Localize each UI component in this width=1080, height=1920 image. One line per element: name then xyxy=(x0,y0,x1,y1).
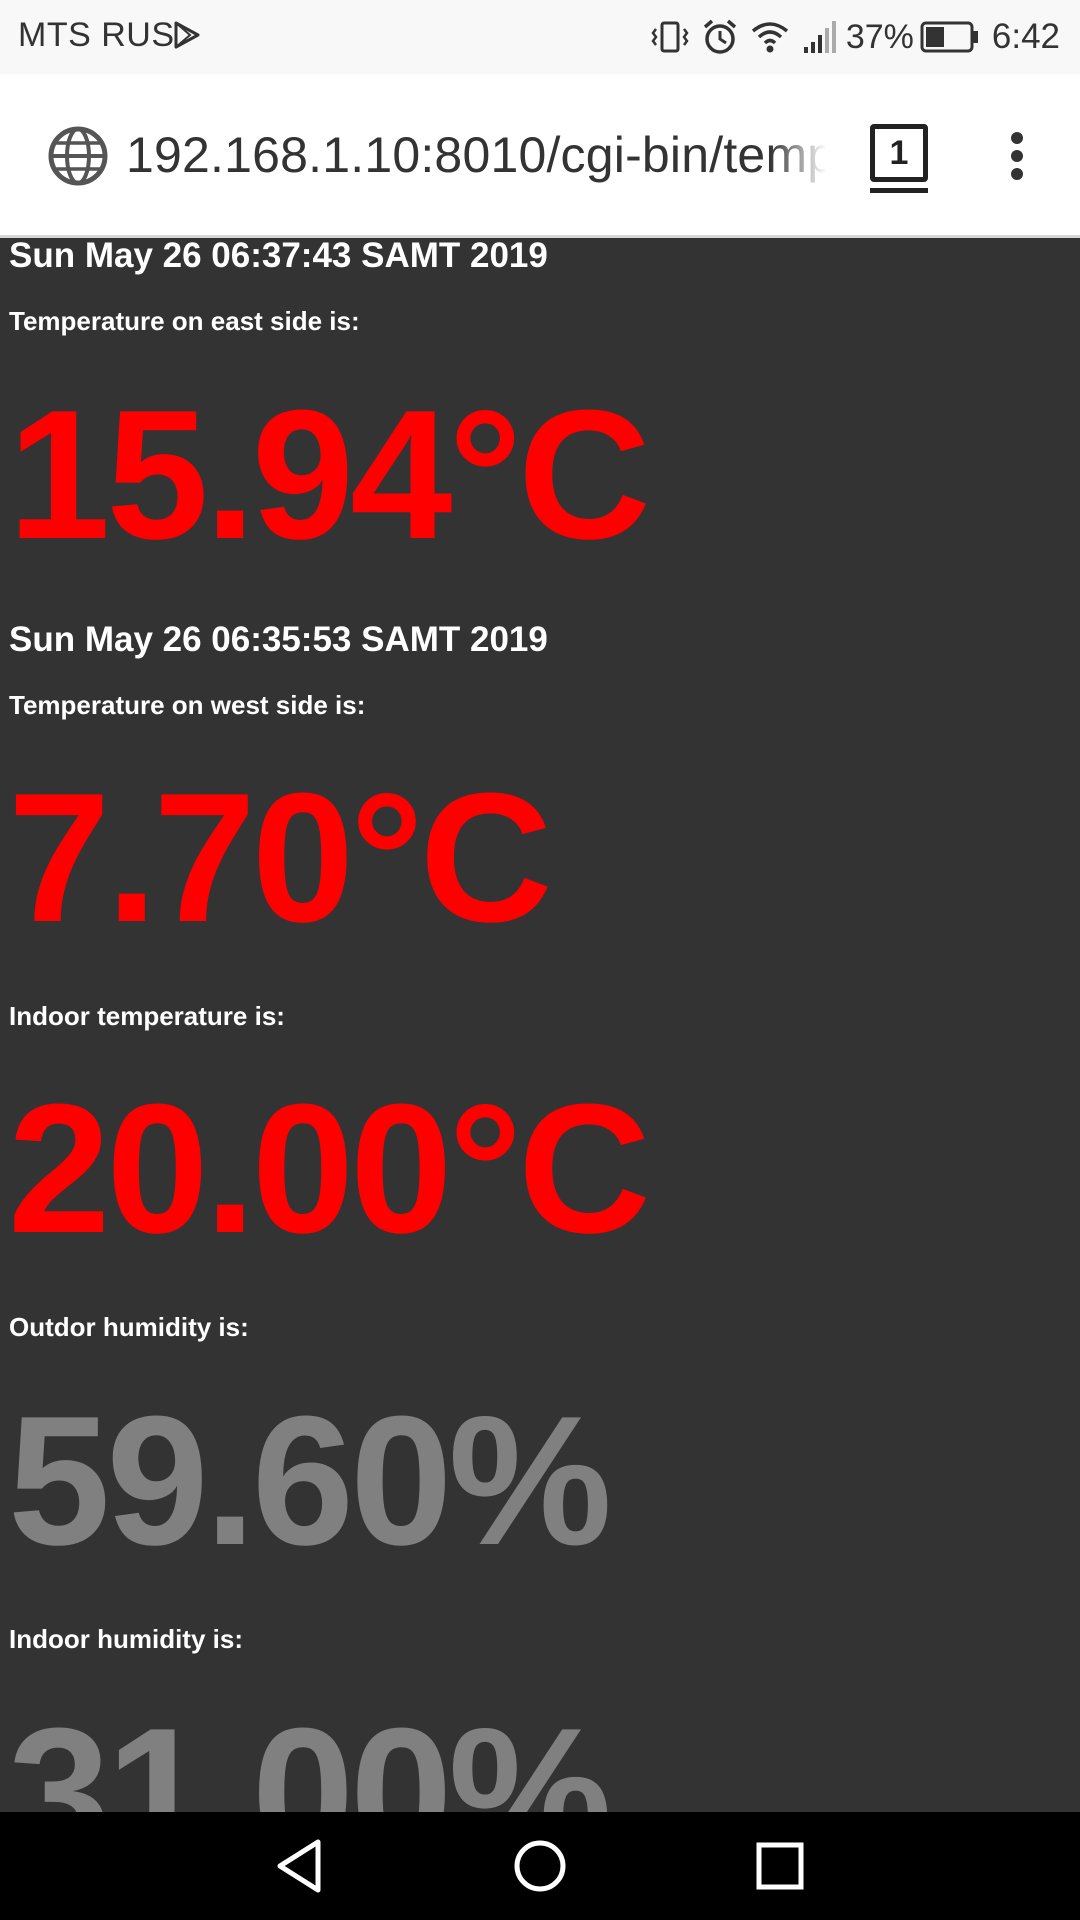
signal-icon xyxy=(803,21,836,53)
url-fade-overlay xyxy=(770,122,836,190)
tab-switcher-button[interactable]: 1 xyxy=(870,124,928,182)
phone-screen: MTS RUS 37% 6:42 192.168.1.10:8010/cgi-b… xyxy=(0,0,1080,1920)
tab-switcher-underline xyxy=(870,188,928,193)
back-icon[interactable] xyxy=(270,1836,330,1896)
address-bar-url[interactable]: 192.168.1.10:8010/cgi-bin/temperature xyxy=(126,126,836,186)
home-icon[interactable] xyxy=(510,1836,570,1896)
globe-icon[interactable] xyxy=(46,124,110,188)
play-store-icon xyxy=(174,21,200,49)
outdoor-humidity-value: 59.60% xyxy=(8,1377,612,1583)
page-content: Sun May 26 06:37:43 SAMT 2019 Temperatur… xyxy=(0,240,1080,1812)
indoor-temperature-value: 20.00°C xyxy=(8,1065,651,1271)
carrier-name: MTS RUS xyxy=(18,16,175,54)
indoor-temperature-label: Indoor temperature is: xyxy=(9,1001,285,1031)
battery-icon xyxy=(920,21,978,53)
indoor-humidity-label: Indoor humidity is: xyxy=(9,1624,243,1654)
west-temperature-value: 7.70°C xyxy=(8,754,553,960)
east-timestamp: Sun May 26 06:37:43 SAMT 2019 xyxy=(9,240,548,275)
east-temperature-label: Temperature on east side is: xyxy=(9,306,360,336)
west-temperature-label: Temperature on west side is: xyxy=(9,690,366,720)
status-bar: MTS RUS 37% 6:42 xyxy=(0,0,1080,74)
outdoor-humidity-label: Outdor humidity is: xyxy=(9,1312,249,1342)
vibrate-icon xyxy=(651,21,689,53)
navigation-bar xyxy=(0,1812,1080,1920)
wifi-icon xyxy=(751,22,788,53)
status-icons: 37% 6:42 xyxy=(640,12,1060,62)
recents-icon[interactable] xyxy=(750,1836,810,1896)
alarm-icon xyxy=(703,19,736,54)
browser-toolbar: 192.168.1.10:8010/cgi-bin/temperature 1 xyxy=(0,74,1080,238)
indoor-humidity-value: 31.00% xyxy=(8,1689,612,1812)
east-temperature-value: 15.94°C xyxy=(8,371,651,577)
status-clock: 6:42 xyxy=(991,17,1060,56)
battery-percent: 37% xyxy=(845,17,914,56)
west-timestamp: Sun May 26 06:35:53 SAMT 2019 xyxy=(9,620,548,659)
overflow-menu-icon[interactable] xyxy=(1000,130,1034,182)
